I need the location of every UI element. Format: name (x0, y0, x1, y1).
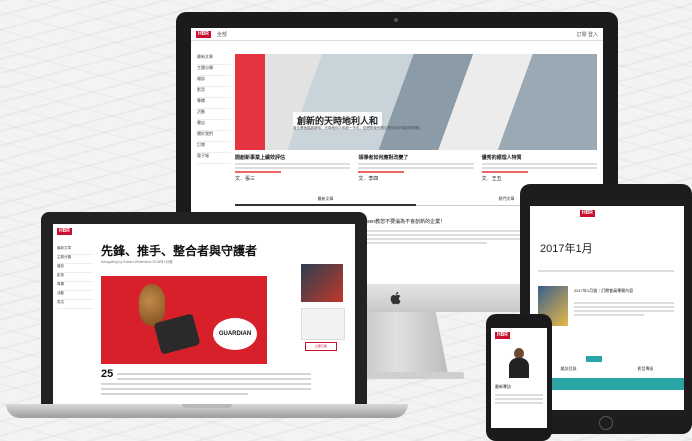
tab-latest[interactable]: 最新文章 (235, 194, 416, 206)
article-card[interactable]: 領導者如何應對改變了 文．李四 (358, 154, 474, 182)
sidebar-item[interactable]: 活動 (197, 109, 231, 120)
article-card[interactable]: 優秀的經理人特質 文．王五 (481, 154, 597, 182)
sidebar-item[interactable]: 主題分類 (197, 65, 231, 76)
macbook-device: HBR 最新文章 主題分類 雜誌 影音 專欄 活動 書店 先鋒、推手、整合者與守… (41, 212, 367, 408)
macbook-screen: HBR 最新文章 主題分類 雜誌 影音 專欄 活動 書店 先鋒、推手、整合者與守… (53, 224, 355, 408)
home-button[interactable] (599, 416, 613, 430)
issue-filters (538, 268, 674, 274)
article-card[interactable]: 開創新事業上績效評估 文．張三 (235, 154, 351, 182)
article-title[interactable]: 優秀的經理人特質 (482, 154, 597, 161)
sidebar-item[interactable]: 電子報 (197, 153, 231, 164)
sidebar-item[interactable]: 影音 (57, 273, 93, 282)
sidebar-item[interactable]: 最新文章 (57, 246, 93, 255)
sidebar-item[interactable]: 專欄 (197, 98, 231, 109)
mobile-caption: 最新專訪 (495, 384, 511, 389)
camera-dot (394, 18, 398, 22)
sidebar-item[interactable]: 影音 (197, 87, 231, 98)
issue-title: 2017年1月 (540, 243, 593, 255)
sidebar-item[interactable]: 雜誌 (197, 76, 231, 87)
issue-section[interactable]: 2017年1月號｜訂閱會員專屬內容 (574, 288, 633, 294)
stamp-handle (139, 284, 165, 326)
article-meta: Navigating by Robert Whitehead 2018年1月號 (101, 260, 173, 264)
article-columns: 開創新事業上績效評估 文．張三 領導者如何應對改變了 文．李四 優秀的經理人特質… (235, 154, 597, 182)
hero-banner[interactable]: 創新的天時地利人和 當企業面臨創新時，天時地利人和缺一不可。從實際案例看企業如何… (235, 54, 597, 150)
ipad-tabs: 雜誌目錄 影音專區 (530, 366, 684, 372)
mobile-text (495, 392, 543, 406)
article-body (101, 370, 311, 398)
apple-logo-icon (390, 291, 401, 305)
ipad-screen: HBR 2017年1月 2017年1月號｜訂閱會員專屬內容 雜誌目錄 影音專區 (530, 206, 684, 410)
teal-banner[interactable] (530, 378, 684, 390)
article-author: 文．張三 (235, 176, 256, 182)
article-author: 文．王五 (481, 176, 502, 182)
article-title: 先鋒、推手、整合者與守護者 (101, 244, 258, 258)
site-topbar: HBR 全部 訂閱 登入 (191, 28, 603, 41)
hbr-logo[interactable]: HBR (580, 210, 595, 217)
subscribe-button[interactable]: 立即訂閱 (305, 342, 337, 351)
hbr-logo[interactable]: HBR (57, 228, 72, 235)
sidebar-item[interactable]: 最新文章 (197, 54, 231, 65)
article-hero-image: GUARDIAN (101, 276, 267, 364)
sidebar-item[interactable]: 活動 (57, 291, 93, 300)
hbr-logo[interactable]: HBR (196, 30, 211, 38)
article-author: 文．李四 (358, 176, 379, 182)
hero-accent (235, 54, 265, 150)
article-title[interactable]: 領導者如何應對改變了 (358, 154, 473, 161)
iphone-screen: HBR 最新專訪 (491, 328, 547, 428)
sidebar-item[interactable]: 雜誌 (57, 264, 93, 273)
menu-link[interactable]: 全部 (217, 31, 227, 38)
sidebar-ad[interactable] (301, 264, 343, 302)
sidebar-nav: 最新文章 主題分類 雜誌 影音 專欄 活動 書店 關於我們 訂閱 電子報 (197, 54, 231, 164)
hero-subtitle: 當企業面臨創新時，天時地利人和缺一不可。從實際案例看企業如何掌握創新關鍵。 (293, 126, 423, 130)
iphone-device: HBR 最新專訪 (486, 314, 552, 441)
sidebar-item[interactable]: 訂閱 (197, 142, 231, 153)
article-title[interactable]: 開創新事業上績效評估 (235, 154, 350, 161)
portrait-photo[interactable] (509, 348, 529, 378)
tab-video[interactable]: 影音專區 (607, 366, 684, 372)
sidebar-item[interactable]: 書店 (57, 300, 93, 309)
sidebar-nav: 最新文章 主題分類 雜誌 影音 專欄 活動 書店 (57, 246, 93, 309)
sidebar-item[interactable]: 關於我們 (197, 131, 231, 142)
stamp-print: GUARDIAN (213, 318, 257, 350)
sidebar-item[interactable]: 專欄 (57, 282, 93, 291)
sidebar-item[interactable]: 主題分類 (57, 255, 93, 264)
account-links[interactable]: 訂閱 登入 (577, 31, 598, 38)
hbr-logo[interactable]: HBR (495, 332, 510, 339)
read-button[interactable] (586, 356, 602, 362)
issue-list (574, 300, 674, 318)
sidebar-promo[interactable] (301, 308, 345, 340)
sidebar-item[interactable]: 書店 (197, 120, 231, 131)
macbook-notch (182, 404, 232, 408)
